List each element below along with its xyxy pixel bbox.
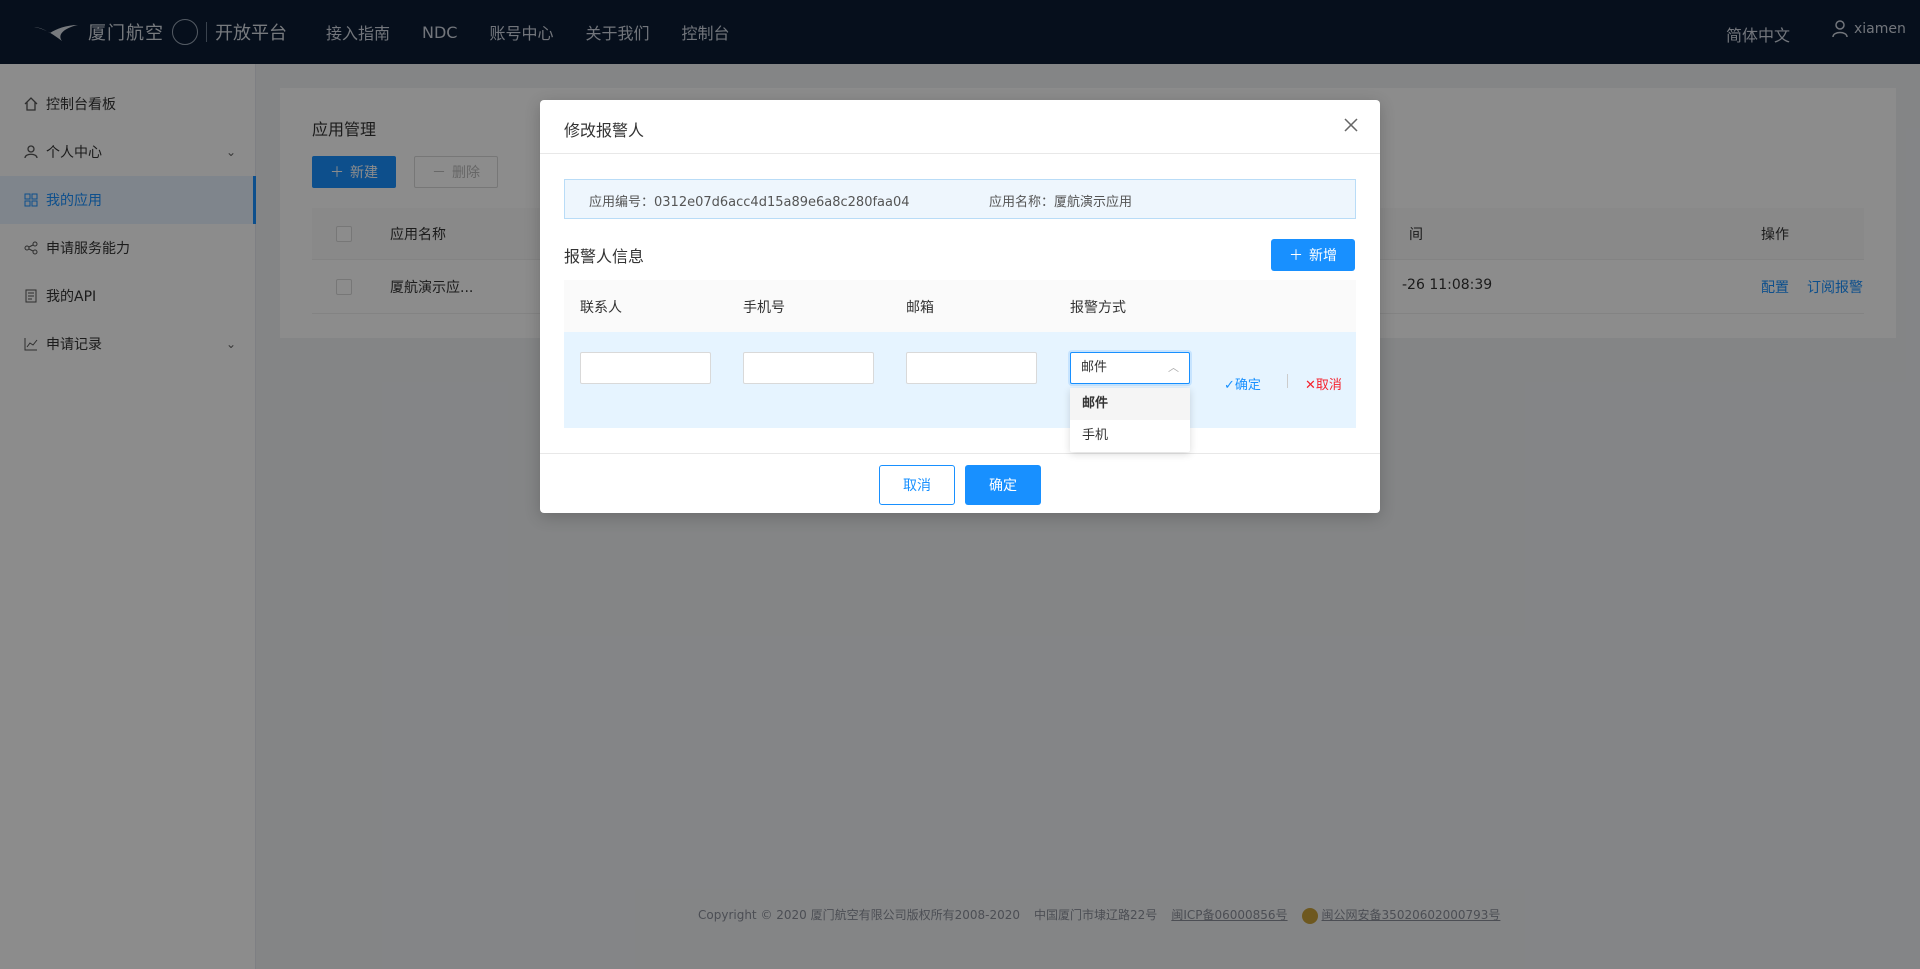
close-icon[interactable] — [1342, 116, 1360, 134]
alarm-method-dropdown: 邮件 手机 — [1070, 388, 1190, 452]
dialog-title: 修改报警人 — [564, 121, 645, 140]
edit-alarm-contact-dialog: 修改报警人 应用编号：0312e07d6acc4d15a89e6a8c280fa… — [540, 100, 1380, 513]
add-contact-label: 新增 — [1309, 248, 1337, 264]
row-confirm-label: 确定 — [1234, 378, 1261, 393]
check-icon: ✓ — [1224, 378, 1235, 393]
alarm-method-value: 邮件 — [1081, 360, 1108, 375]
column-header-contact: 联系人 — [580, 300, 622, 316]
option-email[interactable]: 邮件 — [1070, 388, 1190, 420]
plus-icon: ＋ — [1289, 248, 1303, 264]
column-header-alarm-method: 报警方式 — [1070, 300, 1126, 316]
row-cancel-label: 取消 — [1315, 378, 1342, 393]
app-name-label: 应用名称： — [989, 195, 1055, 210]
app-id-value: 0312e07d6acc4d15a89e6a8c280faa04 — [654, 195, 910, 210]
app-name: 应用名称：厦航演示应用 — [989, 191, 1132, 210]
column-header-email: 邮箱 — [906, 300, 934, 316]
app-id: 应用编号：0312e07d6acc4d15a89e6a8c280faa04 — [589, 191, 910, 210]
contact-table-header: 联系人 手机号 邮箱 报警方式 — [564, 280, 1356, 332]
contact-name-input[interactable] — [580, 352, 711, 384]
column-header-phone: 手机号 — [743, 300, 785, 316]
option-phone[interactable]: 手机 — [1070, 420, 1190, 452]
email-input[interactable] — [906, 352, 1037, 384]
cancel-button[interactable]: 取消 — [879, 465, 955, 505]
alarm-method-select[interactable]: 邮件 ︿ — [1070, 352, 1190, 384]
app-name-value: 厦航演示应用 — [1054, 195, 1133, 210]
add-contact-button[interactable]: ＋ 新增 — [1271, 239, 1355, 271]
app-info-banner: 应用编号：0312e07d6acc4d15a89e6a8c280faa04 应用… — [564, 179, 1356, 219]
contact-edit-row: 邮件 ︿ ✓确定 ✕取消 — [564, 332, 1356, 428]
action-divider — [1287, 374, 1288, 388]
row-cancel-link[interactable]: ✕取消 — [1305, 374, 1342, 393]
dialog-footer: 取消 确定 — [540, 453, 1380, 513]
section-title: 报警人信息 — [564, 247, 645, 266]
confirm-button[interactable]: 确定 — [965, 465, 1041, 505]
close-icon: ✕ — [1305, 378, 1316, 393]
phone-input[interactable] — [743, 352, 874, 384]
dialog-header: 修改报警人 — [540, 100, 1380, 154]
row-confirm-link[interactable]: ✓确定 — [1224, 374, 1261, 393]
chevron-up-icon: ︿ — [1168, 361, 1179, 374]
app-id-label: 应用编号： — [589, 195, 655, 210]
